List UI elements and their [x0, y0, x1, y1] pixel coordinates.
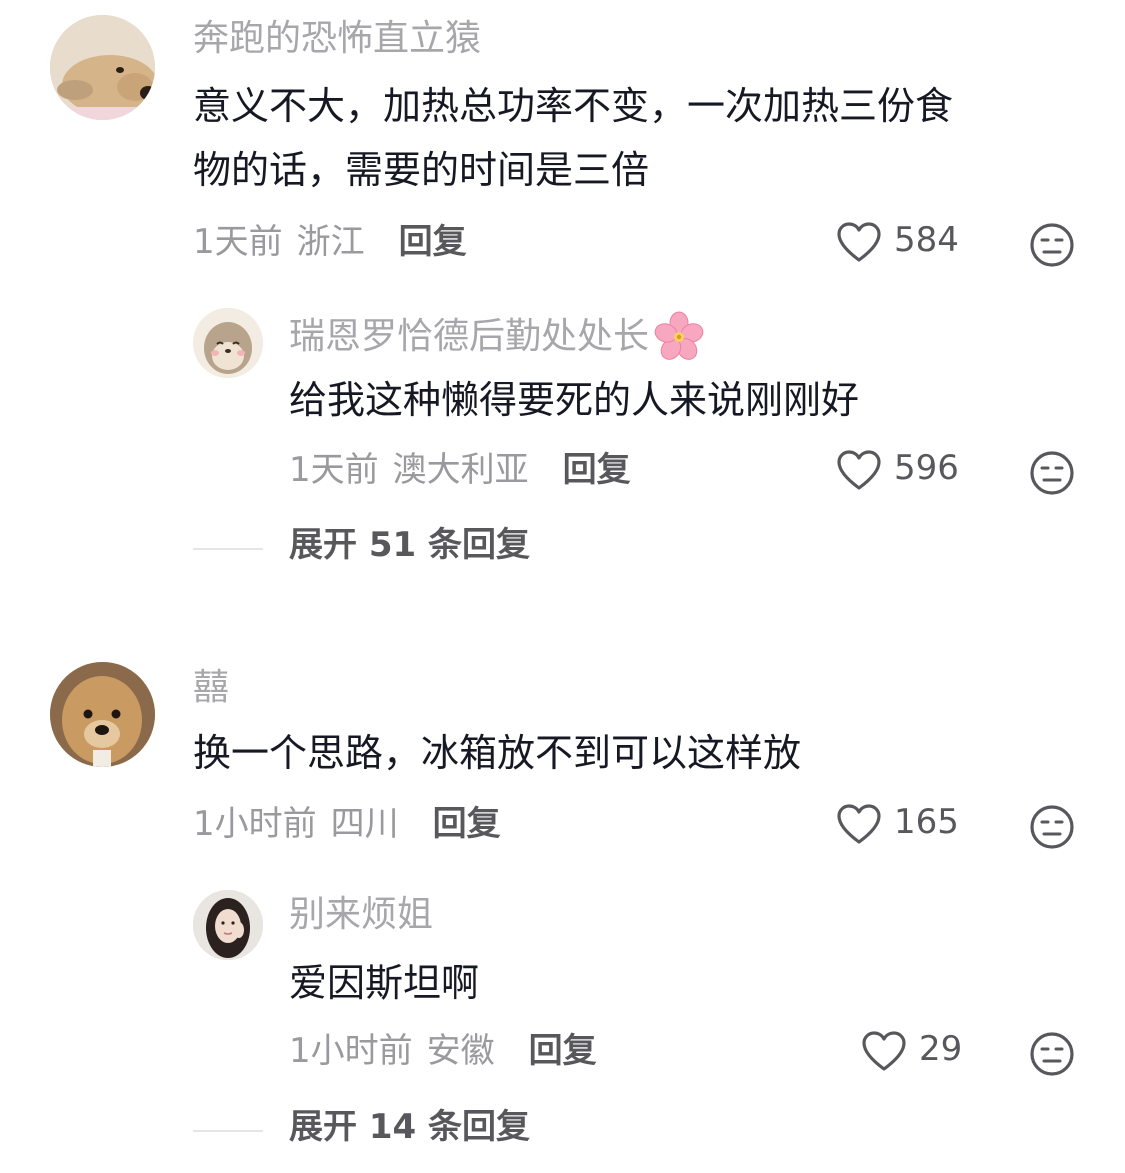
dog-avatar-icon — [50, 15, 155, 120]
comment-text-line: 意义不大，加热总功率不变，一次加热三份食 — [193, 84, 954, 128]
flower-emoji-icon — [653, 311, 705, 363]
like-count: 584 — [894, 220, 959, 260]
reply-username[interactable]: 瑞恩罗恰德后勤处处长 — [289, 311, 705, 363]
comment-location: 四川 — [330, 804, 399, 844]
reply-button[interactable]: 回复 — [399, 222, 467, 262]
user-avatar[interactable] — [193, 308, 263, 378]
reply-meta: 1天前 澳大利亚 回复 — [289, 450, 631, 490]
comment-username[interactable]: 囍 — [193, 666, 229, 710]
user-avatar[interactable] — [50, 15, 155, 120]
expand-replies-button[interactable]: 展开 51 条回复 — [289, 525, 530, 565]
like-button[interactable]: 584 — [836, 220, 959, 264]
user-avatar[interactable] — [50, 662, 155, 767]
meh-face-icon — [1030, 1032, 1074, 1076]
dislike-button[interactable] — [1029, 222, 1075, 268]
expand-divider — [193, 1130, 263, 1132]
reply-time: 1小时前 — [289, 1031, 413, 1071]
comment-meta: 1小时前 四川 回复 — [193, 804, 501, 844]
reply-meta: 1小时前 安徽 回复 — [289, 1031, 597, 1071]
expand-divider — [193, 548, 263, 550]
reply-location: 澳大利亚 — [392, 450, 529, 490]
expand-replies-button[interactable]: 展开 14 条回复 — [289, 1107, 530, 1147]
heart-icon — [862, 1031, 906, 1071]
comment-time: 1天前 — [193, 222, 283, 262]
reply-location: 安徽 — [426, 1031, 495, 1071]
reply-button[interactable]: 回复 — [563, 450, 631, 490]
like-button[interactable]: 596 — [836, 448, 959, 492]
heart-icon — [837, 804, 881, 844]
reply-text: 爱因斯坦啊 — [289, 961, 480, 1005]
reply-username[interactable]: 别来烦姐 — [289, 893, 433, 937]
meh-face-icon — [1030, 223, 1074, 267]
like-count: 165 — [894, 802, 959, 842]
reply-button[interactable]: 回复 — [529, 1031, 597, 1071]
reply-username-text: 瑞恩罗恰德后勤处处长 — [289, 316, 650, 357]
dislike-button[interactable] — [1029, 804, 1075, 850]
heart-icon — [837, 450, 881, 490]
girl-avatar-icon — [193, 890, 263, 960]
comment-location: 浙江 — [296, 222, 365, 262]
dog-avatar-icon — [50, 662, 155, 767]
comment-text-line: 物的话，需要的时间是三倍 — [193, 148, 650, 192]
otter-avatar-icon — [193, 308, 263, 378]
dislike-button[interactable] — [1029, 1031, 1075, 1077]
like-count: 29 — [919, 1029, 963, 1069]
like-button[interactable]: 29 — [861, 1029, 963, 1073]
dislike-button[interactable] — [1029, 450, 1075, 496]
comment-text: 意义不大，加热总功率不变，一次加热三份食 物的话，需要的时间是三倍 — [193, 74, 1073, 202]
like-button[interactable]: 165 — [836, 802, 959, 846]
comment-username[interactable]: 奔跑的恐怖直立猿 — [193, 17, 481, 61]
meh-face-icon — [1030, 451, 1074, 495]
meh-face-icon — [1030, 805, 1074, 849]
comment-meta: 1天前 浙江 回复 — [193, 222, 467, 262]
comment-time: 1小时前 — [193, 804, 317, 844]
reply-button[interactable]: 回复 — [433, 804, 501, 844]
reply-text: 给我这种懒得要死的人来说刚刚好 — [289, 378, 860, 422]
comment-text: 换一个思路，冰箱放不到可以这样放 — [193, 731, 802, 775]
user-avatar[interactable] — [193, 890, 263, 960]
heart-icon — [837, 222, 881, 262]
like-count: 596 — [894, 448, 959, 488]
reply-time: 1天前 — [289, 450, 379, 490]
